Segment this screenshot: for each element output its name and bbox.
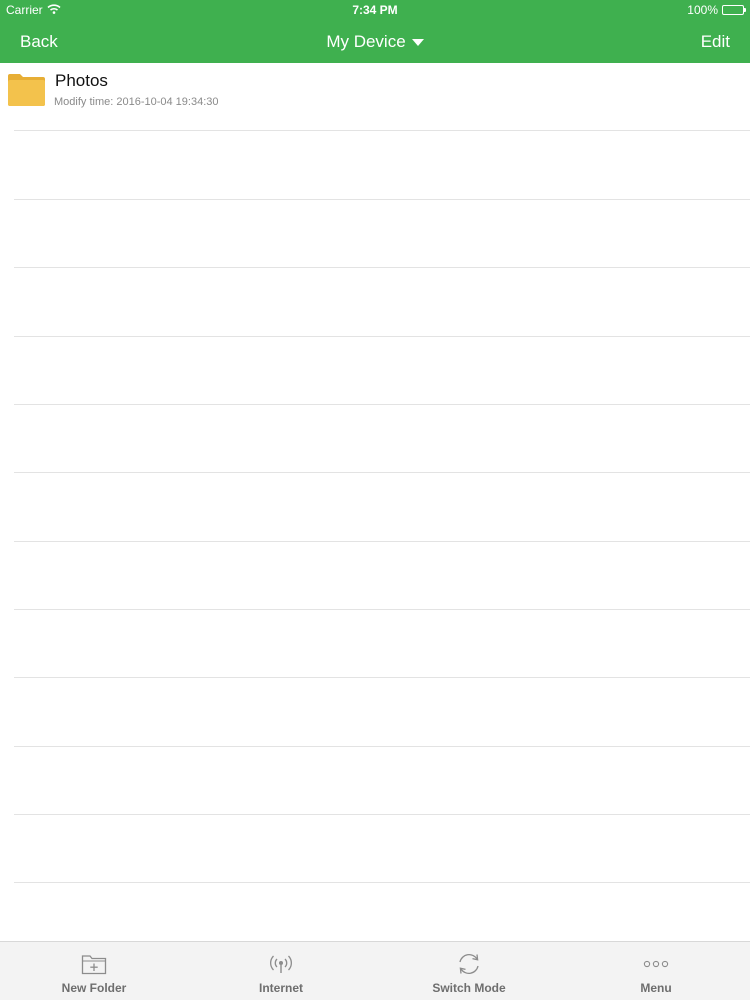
internet-button[interactable]: Internet	[221, 942, 341, 1000]
row-divider	[14, 746, 750, 747]
more-icon	[643, 951, 669, 977]
bottom-toolbar: New Folder Internet Switch Mode Menu	[0, 941, 750, 1000]
row-divider	[14, 404, 750, 405]
row-divider	[14, 130, 750, 131]
caret-down-icon	[411, 38, 424, 46]
row-divider	[14, 882, 750, 883]
internet-label: Internet	[258, 981, 303, 995]
row-divider	[14, 199, 750, 200]
new-folder-label: New Folder	[61, 981, 127, 995]
row-divider	[14, 336, 750, 337]
file-modify-time: Modify time: 2016-10-04 19:34:30	[54, 96, 219, 108]
row-divider	[14, 267, 750, 268]
row-divider	[14, 677, 750, 678]
file-name: Photos	[55, 71, 108, 90]
sync-icon	[456, 951, 482, 977]
battery-indicator: 100%	[687, 3, 746, 17]
edit-button[interactable]: Edit	[701, 32, 730, 52]
new-folder-button[interactable]: New Folder	[34, 942, 154, 1000]
battery-icon	[722, 5, 746, 15]
battery-percent: 100%	[687, 3, 718, 17]
row-divider	[14, 814, 750, 815]
navigation-bar: Back My Device Edit	[0, 20, 750, 63]
wireless-icon	[268, 951, 294, 977]
switch-mode-label: Switch Mode	[432, 981, 506, 995]
menu-label: Menu	[640, 981, 672, 995]
file-row-photos[interactable]: Photos Modify time: 2016-10-04 19:34:30	[0, 63, 750, 130]
switch-mode-button[interactable]: Switch Mode	[409, 942, 529, 1000]
row-divider	[14, 472, 750, 473]
menu-button[interactable]: Menu	[596, 942, 716, 1000]
row-divider	[14, 609, 750, 610]
row-divider	[14, 541, 750, 542]
page-title: My Device	[326, 32, 406, 51]
top-bar: Carrier 7:34 PM 100% Back My Device Edit	[0, 0, 750, 63]
status-bar: Carrier 7:34 PM 100%	[0, 0, 750, 20]
location-dropdown[interactable]: My Device	[326, 32, 424, 52]
new-folder-icon	[81, 951, 107, 977]
status-time: 7:34 PM	[352, 3, 398, 17]
folder-icon	[7, 73, 46, 107]
file-list[interactable]: Photos Modify time: 2016-10-04 19:34:30	[0, 63, 750, 941]
